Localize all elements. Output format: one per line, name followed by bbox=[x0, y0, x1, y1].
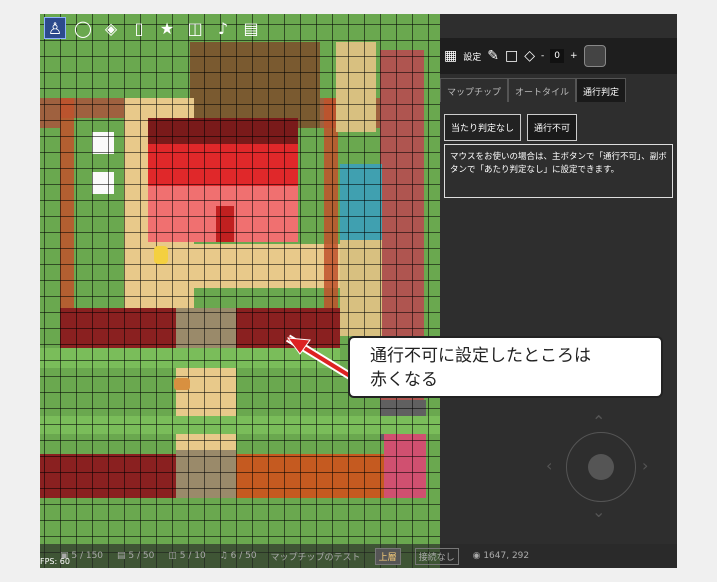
tile-count: ▤ 5 / 50 bbox=[117, 551, 155, 561]
sound-count: ♫ 6 / 50 bbox=[219, 551, 257, 561]
laundry-1 bbox=[92, 132, 114, 154]
house-roof bbox=[148, 144, 298, 186]
virtual-joystick[interactable]: ⌃ ⌄ ‹ › bbox=[546, 412, 656, 522]
save-icon[interactable]: ▤ bbox=[240, 17, 262, 39]
help-note: マウスをお使いの場合は、主ボタンで「通行不可」、副ボタンで「あたり判定なし」に設… bbox=[444, 144, 673, 198]
callout-line-1: 通行不可に設定したところは bbox=[370, 346, 591, 366]
editor-frame: ♙ ◯ ◈ ▯ ★ ◫ ♪ ▤ ▦ 設定 ✎ □ ◇ - 0 + マップチップ … bbox=[40, 14, 677, 568]
brick-wall-lower-left bbox=[40, 454, 176, 498]
fence-right bbox=[324, 98, 338, 328]
coordinates: ◉ 1647, 292 bbox=[472, 551, 530, 561]
chevron-down-icon[interactable]: ⌄ bbox=[592, 502, 605, 521]
fence-left bbox=[60, 98, 74, 328]
water bbox=[340, 164, 382, 240]
laundry-2 bbox=[92, 172, 114, 194]
connection-chip[interactable]: 接続なし bbox=[414, 547, 459, 565]
grid-icon[interactable]: ▦ bbox=[444, 48, 457, 64]
tab-autotile[interactable]: オートタイル bbox=[508, 78, 577, 102]
music-note-icon[interactable]: ♪ bbox=[212, 17, 234, 39]
bicycle-icon[interactable]: ★ bbox=[156, 17, 178, 39]
side-panel: ▦ 設定 ✎ □ ◇ - 0 + マップチップ オートタイル 通行判定 当たり判… bbox=[440, 38, 677, 568]
tile-count-value: 5 / 50 bbox=[128, 551, 155, 561]
brick-wall-left bbox=[60, 308, 176, 352]
house-door bbox=[216, 206, 234, 242]
joystick-knob[interactable] bbox=[588, 454, 614, 480]
farm-field bbox=[190, 42, 320, 128]
layer-stack-icon[interactable] bbox=[583, 45, 606, 67]
image-count: ◫ 5 / 10 bbox=[168, 551, 206, 561]
passability-buttons: 当たり判定なし 通行不可 bbox=[444, 114, 578, 141]
stone-path bbox=[340, 240, 382, 336]
minus-button[interactable]: - bbox=[541, 51, 544, 61]
eraser-icon[interactable]: ◇ bbox=[524, 48, 535, 64]
layer-chip[interactable]: 上層 bbox=[374, 547, 401, 565]
callout-box: 通行不可に設定したところは 赤くなる bbox=[348, 336, 663, 398]
fps-counter: FPS: 60 bbox=[40, 557, 70, 566]
chevron-left-icon[interactable]: ‹ bbox=[546, 456, 552, 475]
flower-row-2 bbox=[40, 416, 440, 434]
rectangle-icon[interactable]: □ bbox=[505, 48, 518, 64]
coordinates-value: 1647, 292 bbox=[483, 551, 530, 561]
pen-icon[interactable]: ✎ bbox=[487, 48, 499, 64]
person-icon[interactable]: ♙ bbox=[44, 17, 66, 39]
map-name: マップチップのテスト bbox=[270, 552, 361, 563]
image-count-value: 5 / 10 bbox=[179, 551, 206, 561]
chevron-right-icon[interactable]: › bbox=[642, 456, 648, 475]
event-count-value: 5 / 150 bbox=[71, 551, 104, 561]
tab-mapchip[interactable]: マップチップ bbox=[440, 78, 509, 102]
player-sprite[interactable] bbox=[154, 246, 168, 264]
chevron-up-icon[interactable]: ⌃ bbox=[592, 412, 605, 431]
map-canvas[interactable] bbox=[40, 14, 440, 568]
status-bar: ▣ 5 / 150 ▤ 5 / 50 ◫ 5 / 10 ♫ 6 / 50 マップ… bbox=[40, 544, 677, 568]
plus-button[interactable]: + bbox=[570, 51, 578, 61]
layer-number: 0 bbox=[550, 49, 564, 63]
settings-label[interactable]: 設定 bbox=[463, 50, 481, 63]
page-icon[interactable]: ▯ bbox=[128, 17, 150, 39]
no-collision-button[interactable]: 当たり判定なし bbox=[444, 114, 522, 141]
image-icon[interactable]: ◫ bbox=[184, 17, 206, 39]
layers-icon[interactable]: ◈ bbox=[100, 17, 122, 39]
right-path bbox=[336, 42, 376, 132]
impassable-button[interactable]: 通行不可 bbox=[527, 114, 578, 141]
sound-count-value: 6 / 50 bbox=[230, 551, 257, 561]
panel-tabs: マップチップ オートタイル 通行判定 bbox=[440, 78, 627, 102]
panel-toolbar: ▦ 設定 ✎ □ ◇ - 0 + bbox=[440, 38, 677, 74]
brick-wall-lower-right bbox=[236, 454, 386, 498]
tab-passability[interactable]: 通行判定 bbox=[576, 78, 627, 102]
speech-bubble-icon[interactable]: ◯ bbox=[72, 17, 94, 39]
main-toolbar: ♙ ◯ ◈ ▯ ★ ◫ ♪ ▤ bbox=[40, 14, 440, 42]
dog-sprite[interactable] bbox=[174, 378, 190, 390]
stairs-2 bbox=[176, 450, 236, 504]
callout-line-2: 赤くなる bbox=[370, 370, 438, 390]
